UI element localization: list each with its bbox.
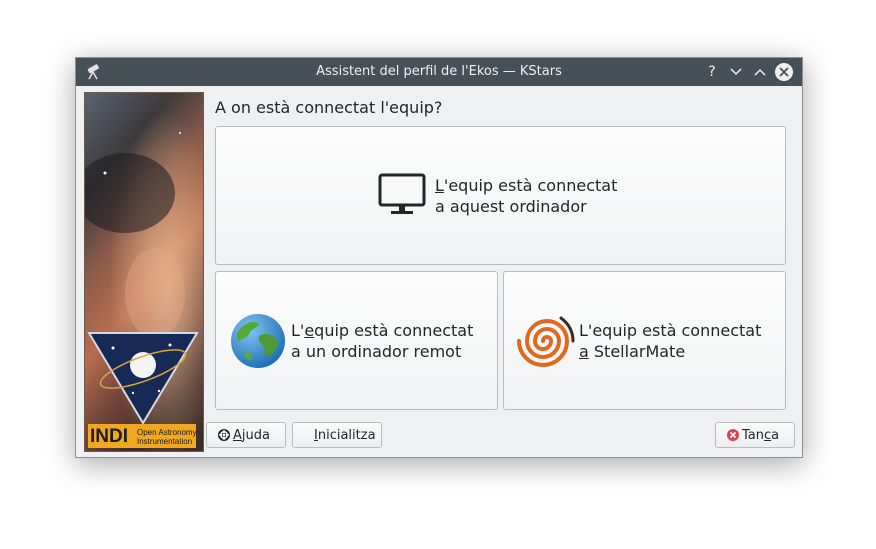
- local-computer-button[interactable]: L'equip està connectat a aquest ordinado…: [215, 126, 786, 265]
- help-label-rest: juda: [241, 427, 270, 443]
- close-icon: [779, 67, 789, 77]
- monitor-icon: [378, 173, 426, 214]
- lifebuoy-icon: [218, 429, 230, 441]
- cancel-label-pre: Tan: [742, 427, 764, 443]
- local-option-label: L'equip està connectat a aquest ordinado…: [435, 175, 617, 217]
- chevron-up-icon: [754, 68, 766, 76]
- indi-wizard-banner: INDI Open Astronomy Instrumentation: [84, 92, 204, 452]
- remote-option-mnemonic: e: [304, 321, 315, 340]
- cancel-icon: [727, 429, 739, 441]
- cancel-label-rest: a: [771, 427, 780, 443]
- local-option-line2: a aquest ordinador: [435, 197, 587, 216]
- remote-option-line2: a un ordinador remot: [291, 342, 462, 361]
- remote-option-label: L'equip està connectat a un ordinador re…: [291, 320, 473, 362]
- remote-option-line1-pre: L': [291, 321, 305, 340]
- stellarmate-option-line1: L'equip està connectat: [579, 321, 762, 340]
- globe-icon: [231, 314, 285, 368]
- help-button[interactable]: Ajuda: [206, 422, 286, 448]
- chevron-down-icon: [730, 68, 742, 76]
- title-bar[interactable]: Assistent del perfil de l'Ekos — KStars …: [76, 58, 802, 86]
- indi-logo-text: INDI: [90, 426, 128, 447]
- remote-option-line1: L'equip està connectat: [291, 320, 473, 341]
- help-title-button[interactable]: ?: [702, 62, 722, 82]
- stellarmate-option-label: L'equip està connectat a StellarMate: [579, 320, 761, 362]
- stellarmate-option-line2-rest: StellarMate: [588, 342, 686, 361]
- remote-option-line1-rest: quip està connectat: [314, 321, 474, 340]
- local-option-mnemonic: L: [435, 176, 444, 195]
- window-title: Assistent del perfil de l'Ekos — KStars: [316, 64, 562, 79]
- wizard-question: A on està connectat l'equip?: [215, 98, 443, 117]
- indi-logo-sub2: Instrumentation: [137, 437, 193, 446]
- help-mnemonic: A: [233, 427, 242, 443]
- stellarmate-button[interactable]: L'equip està connectat a StellarMate: [503, 271, 786, 410]
- remote-computer-button[interactable]: L'equip està connectat a un ordinador re…: [215, 271, 498, 410]
- stellarmate-logo-icon: [517, 316, 575, 367]
- cancel-button[interactable]: Tan c a: [715, 422, 795, 448]
- stellarmate-option-mnemonic: a: [579, 342, 589, 361]
- indi-logo-sub1: Open Astronomy: [137, 428, 197, 437]
- reset-label-rest: nicialitza: [317, 427, 376, 443]
- close-window-button[interactable]: [775, 63, 793, 81]
- nebula-image: [85, 93, 203, 451]
- cancel-mnemonic: c: [764, 427, 772, 443]
- stellarmate-option-line2: a StellarMate: [579, 341, 761, 362]
- minimize-button[interactable]: [726, 62, 746, 82]
- local-option-line1: L'equip està connectat: [435, 175, 617, 196]
- local-option-line1-rest: 'equip està connectat: [443, 176, 618, 195]
- profile-wizard-window: Assistent del perfil de l'Ekos — KStars …: [75, 57, 803, 458]
- reset-button[interactable]: Inicialitza: [292, 422, 382, 448]
- maximize-button[interactable]: [750, 62, 770, 82]
- indi-logo-subtitle: Open Astronomy Instrumentation: [137, 428, 197, 446]
